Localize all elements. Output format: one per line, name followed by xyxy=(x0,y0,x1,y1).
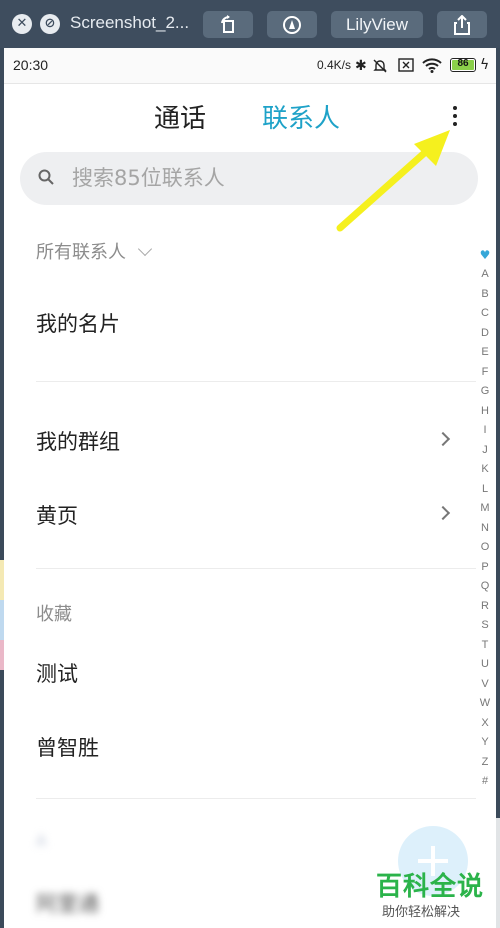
close-icon[interactable]: ✕ xyxy=(12,14,32,34)
all-contacts-label: 所有联系人 xyxy=(36,242,126,263)
index-letter[interactable]: W xyxy=(476,694,494,714)
favorites-header: 收藏 xyxy=(36,604,72,625)
index-letter[interactable]: X xyxy=(476,714,494,734)
alphabet-index[interactable]: ♥ A B C D E F G H I J K L M N O P Q R S T U V W X Y Z # xyxy=(476,246,494,792)
index-letter[interactable]: L xyxy=(476,480,494,500)
status-time: 20:30 xyxy=(13,57,49,73)
index-letter[interactable]: Q xyxy=(476,577,494,597)
watermark-brand: 百科全说 xyxy=(376,872,485,902)
watermark-slogan: 助你轻松解决 xyxy=(382,905,461,920)
index-letter[interactable]: N xyxy=(476,519,494,539)
watermark: 百科全说 助你轻松解决 xyxy=(360,818,500,928)
more-dot xyxy=(453,114,457,118)
markup-button[interactable] xyxy=(267,11,317,38)
index-letter[interactable]: R xyxy=(476,597,494,617)
viewer-toolbar: ✕ ⊘ Screenshot_2... LilyView xyxy=(0,0,500,48)
my-card-item[interactable]: 我的名片 xyxy=(36,308,120,338)
index-letter[interactable]: S xyxy=(476,616,494,636)
section-a-header: A xyxy=(36,832,47,850)
index-letter[interactable]: C xyxy=(476,304,494,324)
markup-icon xyxy=(283,16,301,34)
wifi-icon xyxy=(422,58,442,73)
tab-contacts[interactable]: 联系人 xyxy=(262,98,340,135)
divider xyxy=(36,798,476,799)
index-letter[interactable]: U xyxy=(476,655,494,675)
index-letter[interactable]: P xyxy=(476,558,494,578)
index-letter[interactable]: M xyxy=(476,499,494,519)
mute-icon xyxy=(373,59,387,73)
index-letter[interactable]: B xyxy=(476,285,494,305)
index-letter[interactable]: T xyxy=(476,636,494,656)
more-dot xyxy=(453,106,457,110)
yellow-pages-item[interactable]: 黄页 xyxy=(36,500,78,530)
rotate-button[interactable] xyxy=(203,11,253,38)
index-letter[interactable]: Y xyxy=(476,733,494,753)
battery-icon: 86 xyxy=(450,58,476,72)
tab-calls[interactable]: 通话 xyxy=(154,98,206,135)
index-letter[interactable]: G xyxy=(476,382,494,402)
index-letter[interactable]: O xyxy=(476,538,494,558)
share-icon xyxy=(454,15,470,35)
favorite-contact[interactable]: 曾智胜 xyxy=(36,732,99,762)
index-letter[interactable]: V xyxy=(476,675,494,695)
index-letter[interactable]: Z xyxy=(476,753,494,773)
index-letter[interactable]: # xyxy=(476,772,494,792)
index-letter[interactable]: J xyxy=(476,441,494,461)
charging-icon: ϟ xyxy=(480,57,490,73)
sim-x-icon xyxy=(398,58,414,72)
index-letter[interactable]: D xyxy=(476,324,494,344)
favorite-contact[interactable]: 测试 xyxy=(36,658,78,688)
rotate-icon xyxy=(221,15,234,33)
status-bar: 20:30 0.4K/s ✱ 86 ϟ xyxy=(4,48,496,84)
block-icon[interactable]: ⊘ xyxy=(40,14,60,34)
chevron-right-icon xyxy=(435,505,451,521)
index-letter[interactable]: E xyxy=(476,343,494,363)
favorites-heart-icon[interactable]: ♥ xyxy=(476,246,494,265)
index-letter[interactable]: K xyxy=(476,460,494,480)
viewer-title: Screenshot_2... xyxy=(70,13,190,32)
divider xyxy=(36,568,476,569)
chevron-down-icon xyxy=(137,241,153,257)
network-speed: 0.4K/s xyxy=(317,58,352,72)
index-letter[interactable]: H xyxy=(476,402,494,422)
divider xyxy=(36,381,476,382)
lilyview-button[interactable]: LilyView xyxy=(331,11,423,38)
search-icon xyxy=(38,169,54,185)
chevron-right-icon xyxy=(435,431,451,447)
index-letter[interactable]: F xyxy=(476,363,494,383)
index-letter[interactable]: A xyxy=(476,265,494,285)
bluetooth-icon: ✱ xyxy=(355,58,367,74)
share-button[interactable] xyxy=(437,11,487,38)
index-letter[interactable]: I xyxy=(476,421,494,441)
all-contacts-filter[interactable]: 所有联系人 xyxy=(36,238,153,264)
contact-item[interactable]: 阿里通 xyxy=(36,888,99,918)
annotation-arrow xyxy=(336,130,450,232)
my-groups-item[interactable]: 我的群组 xyxy=(36,426,120,456)
